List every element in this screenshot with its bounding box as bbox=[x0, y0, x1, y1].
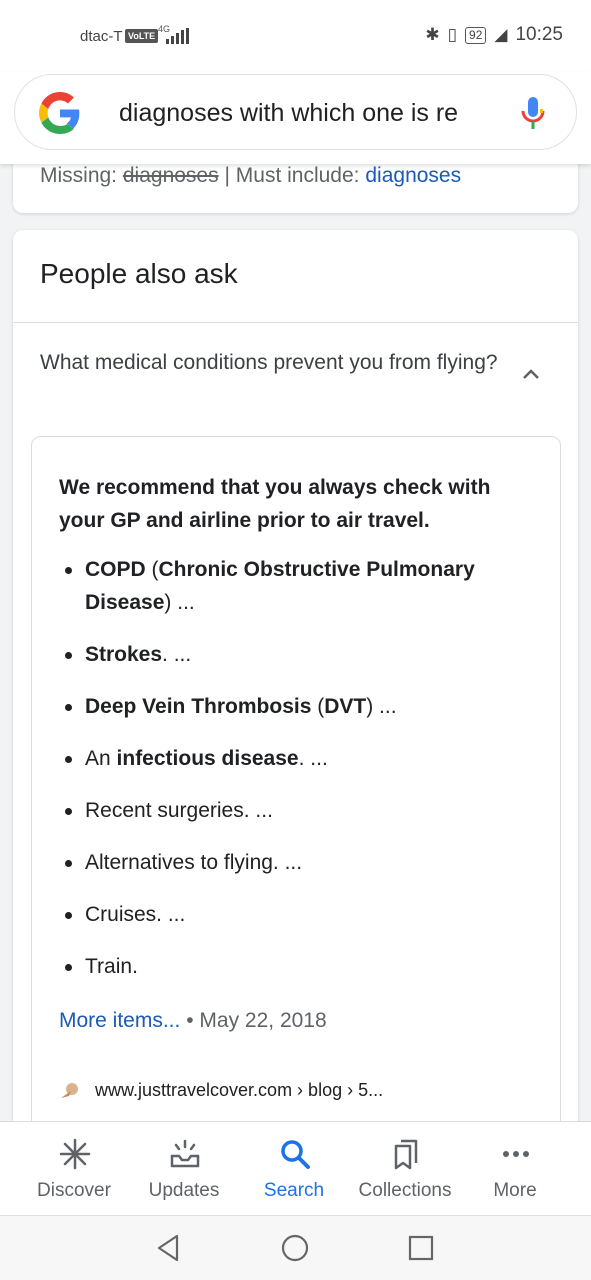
source-line[interactable]: www.justtravelcover.com › blog › 5... bbox=[59, 1079, 383, 1101]
bullet-text-part: . ... bbox=[162, 643, 192, 666]
bullet-text-part: . ... bbox=[298, 747, 328, 770]
bullet-text-part: Cruises. ... bbox=[85, 903, 186, 926]
bullet-text-part: Alternatives to flying. ... bbox=[85, 851, 303, 874]
people-also-ask-title: People also ask bbox=[40, 258, 238, 289]
bullet-text-part: infectious disease bbox=[116, 747, 299, 770]
carrier-name: dtac-T bbox=[80, 28, 123, 45]
bottom-navigation: Discover Updates Search Collections More bbox=[0, 1121, 591, 1215]
back-triangle-icon[interactable] bbox=[153, 1232, 185, 1264]
people-also-ask-card: People also ask What medical conditions … bbox=[13, 230, 578, 1156]
site-favicon-icon bbox=[61, 1083, 78, 1098]
bullet-text-part: Train. bbox=[85, 955, 138, 978]
nav-label-more: More bbox=[493, 1180, 537, 1201]
status-bar: dtac-T VoLTE 4G ✱ ▯ 92 ◢ 10:25 bbox=[0, 0, 591, 72]
answer-bullet-item: Cruises. ... bbox=[59, 898, 539, 931]
bullet-text-part: ( bbox=[145, 558, 159, 581]
clock: 10:25 bbox=[515, 24, 563, 45]
must-include-label: Must include: bbox=[235, 164, 360, 187]
source-url[interactable]: www.justtravelcover.com › blog › 5... bbox=[95, 1080, 383, 1101]
bullet-text-part: ) ... bbox=[366, 695, 397, 718]
search-header: diagnoses with which one is re bbox=[0, 72, 591, 164]
bullet-text-part: ) ... bbox=[164, 591, 195, 614]
vibrate-icon: ▯ bbox=[447, 25, 458, 44]
missing-term: diagnoses bbox=[122, 164, 219, 187]
nav-label-search: Search bbox=[263, 1180, 325, 1201]
bookmarks-icon bbox=[394, 1139, 418, 1170]
answer-heading: We recommend that you always check with … bbox=[59, 476, 491, 532]
recents-square-icon[interactable] bbox=[405, 1232, 437, 1264]
nav-label-collections: Collections bbox=[358, 1180, 452, 1201]
nav-label-discover: Discover bbox=[37, 1180, 111, 1201]
chevron-up-icon[interactable] bbox=[519, 362, 543, 386]
paa-question[interactable]: What medical conditions prevent you from… bbox=[40, 346, 500, 379]
divider bbox=[13, 322, 578, 323]
separator: | bbox=[224, 164, 230, 187]
search-icon bbox=[281, 1140, 310, 1169]
more-horizontal-icon bbox=[503, 1151, 529, 1157]
answer-bullet-item: Recent surgeries. ... bbox=[59, 794, 539, 827]
status-icons: ✱ ▯ 92 ◢ 10:25 bbox=[425, 24, 563, 46]
battery-indicator: 92 bbox=[465, 26, 487, 44]
missing-label: Missing: bbox=[40, 164, 118, 187]
bullet-text-part: Recent surgeries. ... bbox=[85, 799, 273, 822]
search-input[interactable]: diagnoses with which one is re bbox=[119, 99, 486, 128]
search-box[interactable]: diagnoses with which one is re bbox=[14, 74, 577, 150]
answer-bullet-item: Train. bbox=[59, 950, 539, 983]
system-navigation-bar bbox=[0, 1215, 591, 1280]
signal-strength-icon bbox=[166, 28, 189, 44]
nav-search[interactable]: Search bbox=[235, 1122, 353, 1216]
bullet-text-part: COPD bbox=[85, 558, 146, 581]
answer-bullet-item: Deep Vein Thrombosis (DVT) ... bbox=[59, 690, 539, 723]
nav-discover[interactable]: Discover bbox=[15, 1122, 133, 1216]
nav-collections[interactable]: Collections bbox=[346, 1122, 464, 1216]
dot-separator: • bbox=[186, 1009, 194, 1032]
bluetooth-icon: ✱ bbox=[425, 25, 440, 44]
asterisk-icon bbox=[59, 1138, 91, 1170]
answer-bullet-list: COPD (Chronic Obstructive Pulmonary Dise… bbox=[59, 553, 539, 1002]
bullet-text-part: ( bbox=[311, 695, 325, 718]
google-logo-icon[interactable] bbox=[39, 92, 81, 134]
battery-saver-icon: ◢ bbox=[494, 25, 508, 44]
bullet-text-part: Deep Vein Thrombosis bbox=[85, 695, 312, 718]
bullet-text-part: DVT bbox=[324, 695, 367, 718]
answer-bullet-item: An infectious disease. ... bbox=[59, 742, 539, 775]
nav-updates[interactable]: Updates bbox=[125, 1122, 243, 1216]
microphone-icon[interactable] bbox=[520, 95, 546, 131]
updates-tray-icon bbox=[170, 1139, 200, 1168]
volte-badge: VoLTE bbox=[125, 29, 159, 43]
answer-bullet-item: Alternatives to flying. ... bbox=[59, 846, 539, 879]
must-include-link[interactable]: diagnoses bbox=[365, 164, 461, 187]
bullet-text-part: An bbox=[85, 747, 117, 770]
home-circle-icon[interactable] bbox=[279, 1232, 311, 1264]
bullet-text-part: Strokes bbox=[85, 643, 163, 666]
more-items-line: More items... • May 22, 2018 bbox=[59, 1009, 327, 1033]
answer-date: May 22, 2018 bbox=[199, 1009, 327, 1032]
missing-terms-line: Missing: diagnoses | Must include: diagn… bbox=[40, 164, 461, 188]
answer-bullet-item: Strokes. ... bbox=[59, 638, 539, 671]
more-items-link[interactable]: More items... bbox=[59, 1009, 180, 1032]
nav-more[interactable]: More bbox=[456, 1122, 574, 1216]
featured-answer-box: We recommend that you always check with … bbox=[31, 436, 561, 1156]
answer-bullet-item: COPD (Chronic Obstructive Pulmonary Dise… bbox=[59, 553, 539, 619]
nav-label-updates: Updates bbox=[148, 1180, 220, 1201]
